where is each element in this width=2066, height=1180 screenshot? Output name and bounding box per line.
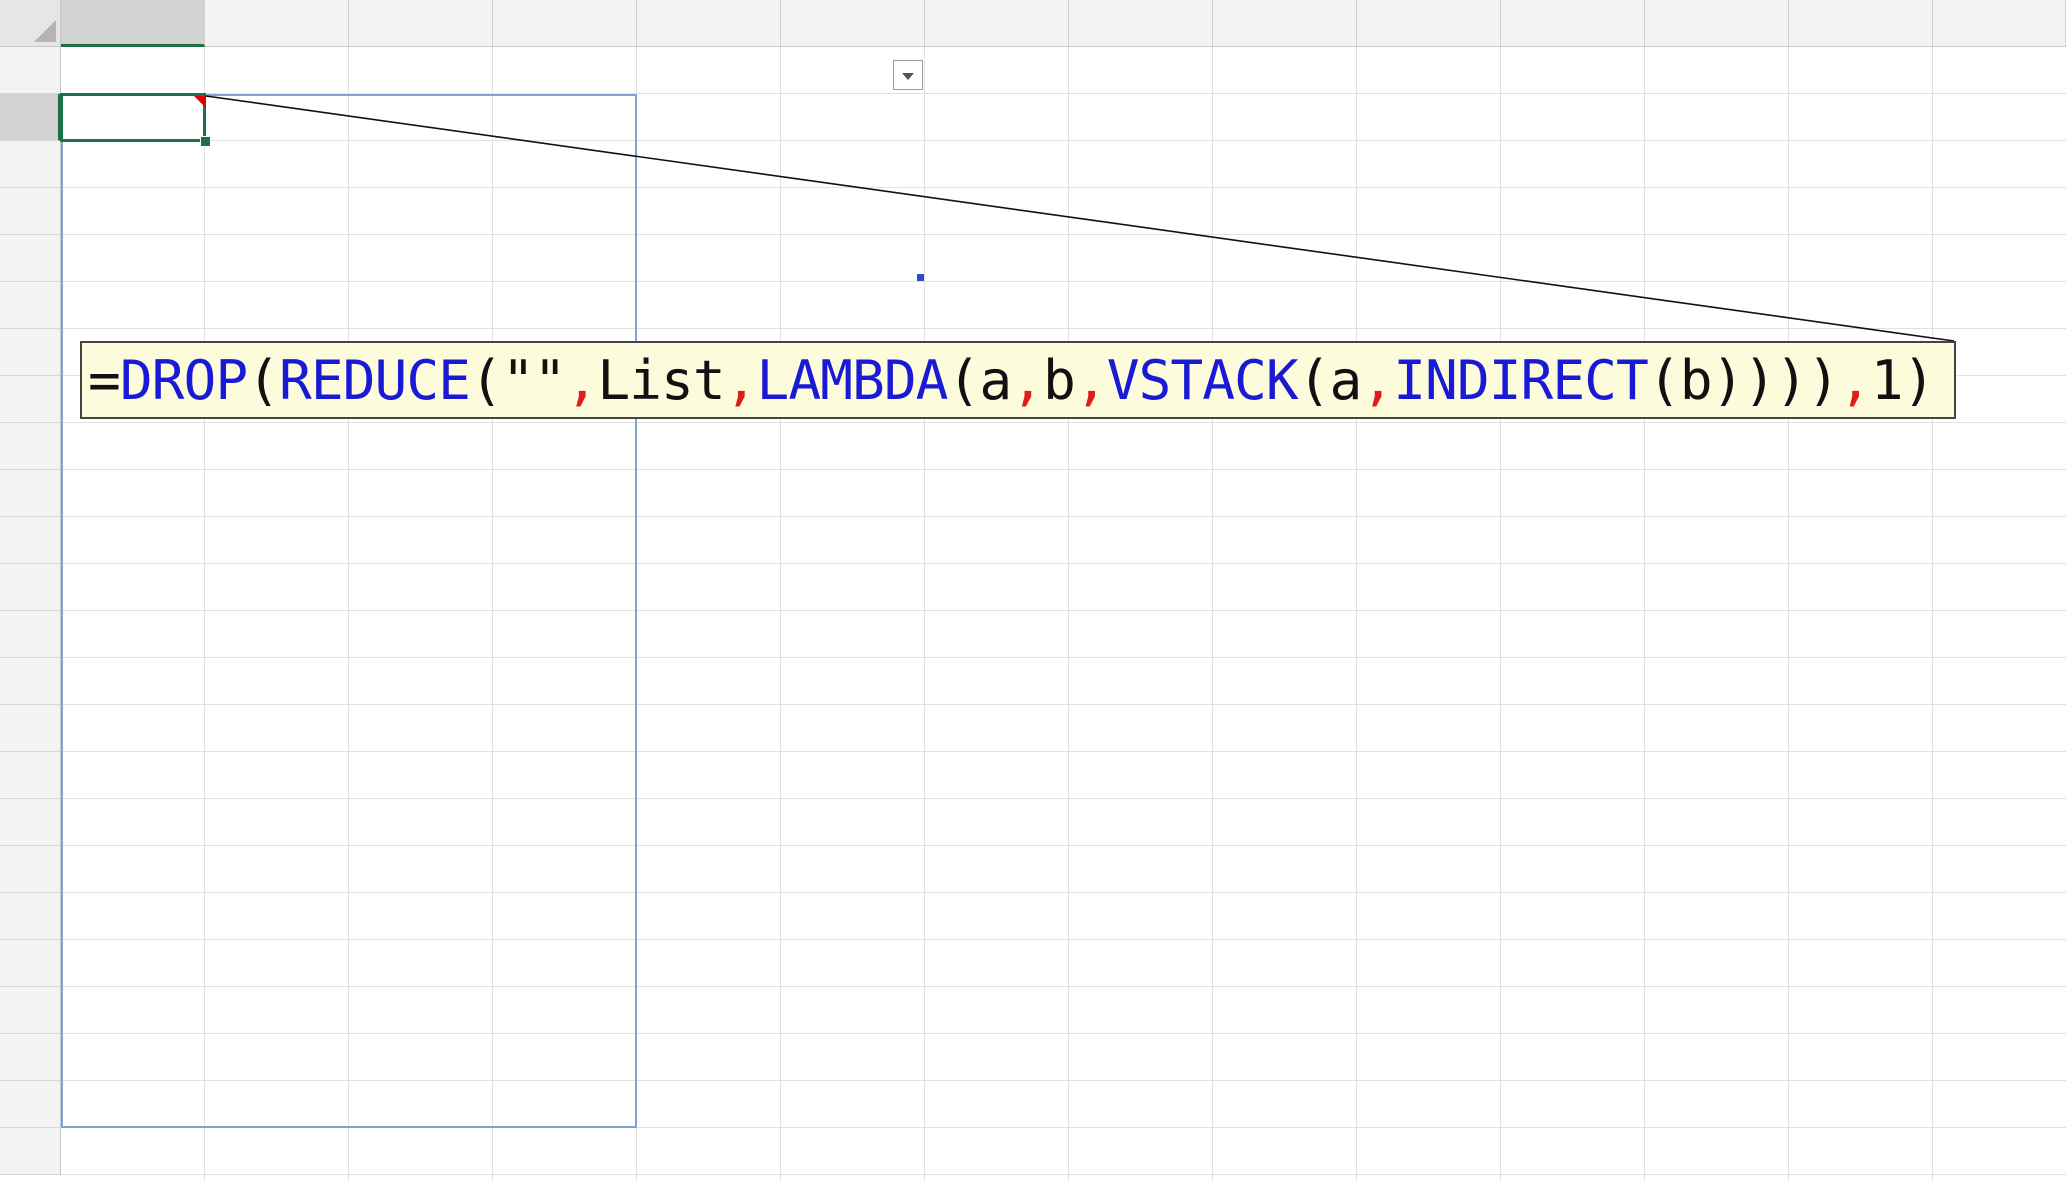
formula-token: REDUCE <box>279 347 471 412</box>
comment-leader-svg <box>205 95 1955 342</box>
formula-token: = <box>88 347 121 412</box>
formula-comment-box[interactable]: = DROP(REDUCE ("", List, LAMBDA (a, b, VSTACK (a… <box>80 341 1956 419</box>
formula-token: ( <box>247 347 280 412</box>
formula-token: , <box>1074 347 1108 412</box>
formula-token: (a <box>1297 347 1363 412</box>
formula-token: b <box>1043 347 1076 412</box>
formula-token: , <box>565 347 599 412</box>
formula-token: , <box>1361 347 1394 412</box>
comment-leader-line <box>205 95 1955 342</box>
formula-token: DROP <box>119 347 248 412</box>
formula-token: INDIRECT <box>1393 347 1649 412</box>
formula-token: 1) <box>1870 347 1936 412</box>
formula-token: , <box>1011 347 1044 412</box>
formula-token: (a <box>947 347 1013 412</box>
formula-token: ("" <box>470 347 566 412</box>
formula-token: (b)))) <box>1647 347 1840 412</box>
formula-token: VSTACK <box>1106 347 1299 412</box>
formula-token: , <box>724 347 758 412</box>
formula-token: , <box>1838 347 1872 412</box>
formula-token: List <box>597 347 725 412</box>
spreadsheet-grid[interactable]: = DROP(REDUCE ("", List, LAMBDA (a, b, VSTACK (a… <box>0 0 2066 1180</box>
formula-token: LAMBDA <box>756 347 949 412</box>
